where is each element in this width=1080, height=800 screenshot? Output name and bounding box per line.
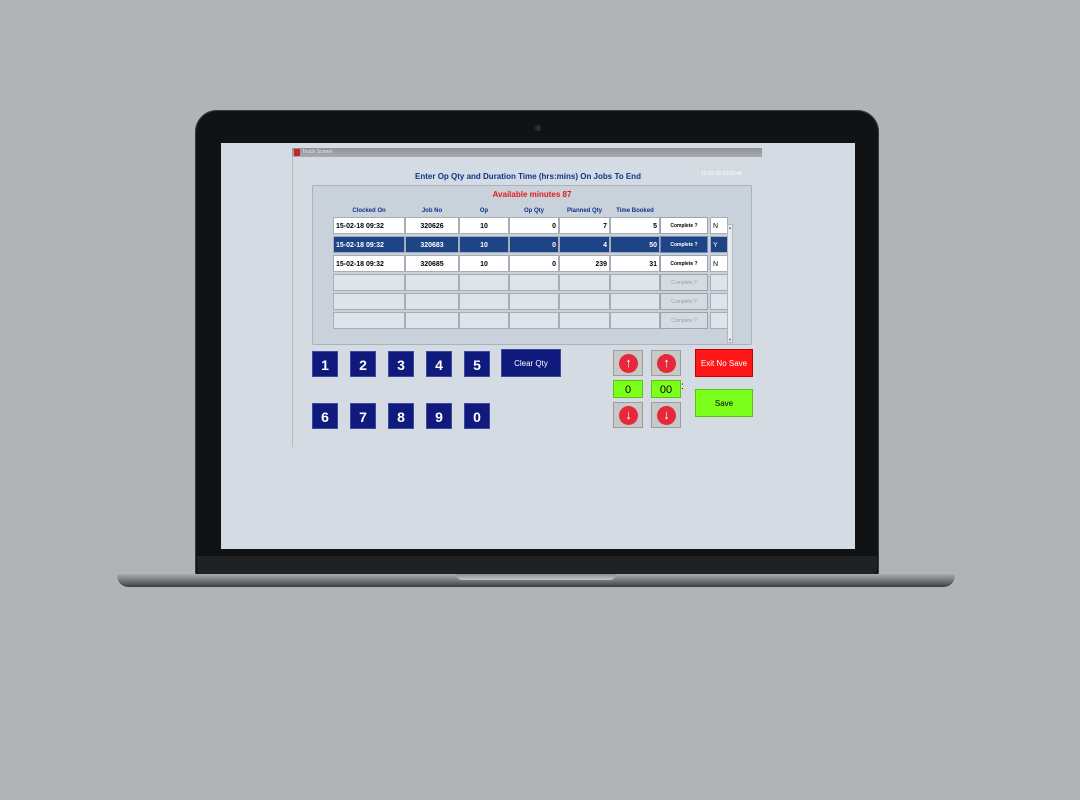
cell-empty — [333, 293, 405, 310]
complete-flag — [710, 274, 728, 291]
cell-empty — [559, 293, 610, 310]
cell-empty — [610, 312, 660, 329]
complete-flag: N — [710, 217, 728, 234]
column-header-planned-qty: Planned Qty — [566, 208, 602, 214]
cell-planned-qty: 239 — [559, 255, 610, 272]
app-icon — [294, 149, 300, 156]
cell-time-booked[interactable]: 5 — [610, 217, 660, 234]
cell-op: 10 — [459, 236, 509, 253]
window-title: Touch Screen — [302, 149, 333, 155]
complete-button[interactable]: Complete ? — [660, 236, 708, 253]
table-scrollbar[interactable]: ▲ ▼ — [727, 224, 733, 343]
page-title: Enter Op Qty and Duration Time (hrs:mins… — [415, 172, 641, 181]
cell-empty — [333, 312, 405, 329]
column-header-op: Op — [479, 208, 489, 214]
column-header-clocked-on: Clocked On — [352, 208, 386, 214]
cell-empty — [559, 312, 610, 329]
keypad-key-0[interactable]: 0 — [464, 403, 490, 429]
app-body: Enter Op Qty and Duration Time (hrs:mins… — [292, 157, 763, 447]
cell-empty — [459, 312, 509, 329]
clear-qty-button[interactable]: Clear Qty — [501, 349, 561, 377]
arrow-up-icon: ↑ — [619, 354, 638, 373]
complete-flag: Y — [710, 236, 728, 253]
complete-button[interactable]: Complete ? — [660, 274, 708, 291]
column-header-time-booked: Time Booked — [616, 208, 654, 214]
complete-flag — [710, 312, 728, 329]
complete-flag — [710, 293, 728, 310]
window-titlebar[interactable]: Touch Screen — [292, 148, 762, 157]
keypad-key-9[interactable]: 9 — [426, 403, 452, 429]
cell-time-booked[interactable]: 31 — [610, 255, 660, 272]
scroll-down-icon[interactable]: ▼ — [728, 337, 732, 342]
minutes-up-button[interactable]: ↑ — [651, 350, 681, 376]
cell-empty — [405, 274, 459, 291]
column-header-job-no: Job No — [421, 208, 443, 214]
cell-planned-qty: 7 — [559, 217, 610, 234]
laptop-hinge-notch — [456, 574, 616, 580]
cell-op-qty[interactable]: 0 — [509, 217, 559, 234]
webcam — [535, 125, 541, 131]
cell-op-qty[interactable]: 0 — [509, 236, 559, 253]
arrow-down-icon: ↓ — [657, 406, 676, 425]
time-separator: : — [681, 381, 684, 392]
exit-no-save-button[interactable]: Exit No Save — [695, 349, 753, 377]
jobs-panel: Available minutes 87 Clocked On Job No O… — [312, 185, 752, 345]
complete-flag: N — [710, 255, 728, 272]
arrow-up-icon: ↑ — [657, 354, 676, 373]
complete-button[interactable]: Complete ? — [660, 312, 708, 329]
cell-op-qty[interactable]: 0 — [509, 255, 559, 272]
cell-empty — [405, 312, 459, 329]
datetime-label: 15-02-18 10:59:46 — [701, 171, 742, 177]
column-header-op-qty: Op Qty — [523, 208, 544, 214]
complete-button[interactable]: Complete ? — [660, 293, 708, 310]
cell-empty — [333, 274, 405, 291]
cell-clocked-on: 15-02-18 09:32 — [333, 255, 405, 272]
touch-screen-window: Touch Screen Enter Op Qty and Duration T… — [292, 148, 762, 448]
keypad-key-6[interactable]: 6 — [312, 403, 338, 429]
hours-up-button[interactable]: ↑ — [613, 350, 643, 376]
keypad-key-2[interactable]: 2 — [350, 351, 376, 377]
cell-op: 10 — [459, 217, 509, 234]
cell-clocked-on: 15-02-18 09:32 — [333, 217, 405, 234]
cell-empty — [405, 293, 459, 310]
keypad-key-4[interactable]: 4 — [426, 351, 452, 377]
complete-button[interactable]: Complete ? — [660, 217, 708, 234]
cell-empty — [509, 293, 559, 310]
keypad-key-7[interactable]: 7 — [350, 403, 376, 429]
cell-job-no: 320626 — [405, 217, 459, 234]
cell-empty — [459, 293, 509, 310]
cell-time-booked[interactable]: 50 — [610, 236, 660, 253]
scroll-up-icon[interactable]: ▲ — [728, 225, 732, 230]
cell-empty — [509, 312, 559, 329]
laptop-chin — [197, 556, 877, 574]
hours-field[interactable]: 0 — [613, 380, 643, 398]
keypad-key-3[interactable]: 3 — [388, 351, 414, 377]
keypad-key-8[interactable]: 8 — [388, 403, 414, 429]
available-minutes: Available minutes 87 — [492, 190, 572, 199]
cell-empty — [559, 274, 610, 291]
cell-planned-qty: 4 — [559, 236, 610, 253]
keypad-key-1[interactable]: 1 — [312, 351, 338, 377]
cell-empty — [509, 274, 559, 291]
minutes-down-button[interactable]: ↓ — [651, 402, 681, 428]
arrow-down-icon: ↓ — [619, 406, 638, 425]
cell-job-no: 320685 — [405, 255, 459, 272]
cell-empty — [610, 293, 660, 310]
save-button[interactable]: Save — [695, 389, 753, 417]
cell-op: 10 — [459, 255, 509, 272]
minutes-field[interactable]: 00 — [651, 380, 681, 398]
cell-job-no: 320683 — [405, 236, 459, 253]
keypad-key-5[interactable]: 5 — [464, 351, 490, 377]
cell-empty — [459, 274, 509, 291]
cell-clocked-on: 15-02-18 09:32 — [333, 236, 405, 253]
laptop-screen: Touch Screen Enter Op Qty and Duration T… — [221, 143, 855, 549]
hours-down-button[interactable]: ↓ — [613, 402, 643, 428]
complete-button[interactable]: Complete ? — [660, 255, 708, 272]
cell-empty — [610, 274, 660, 291]
